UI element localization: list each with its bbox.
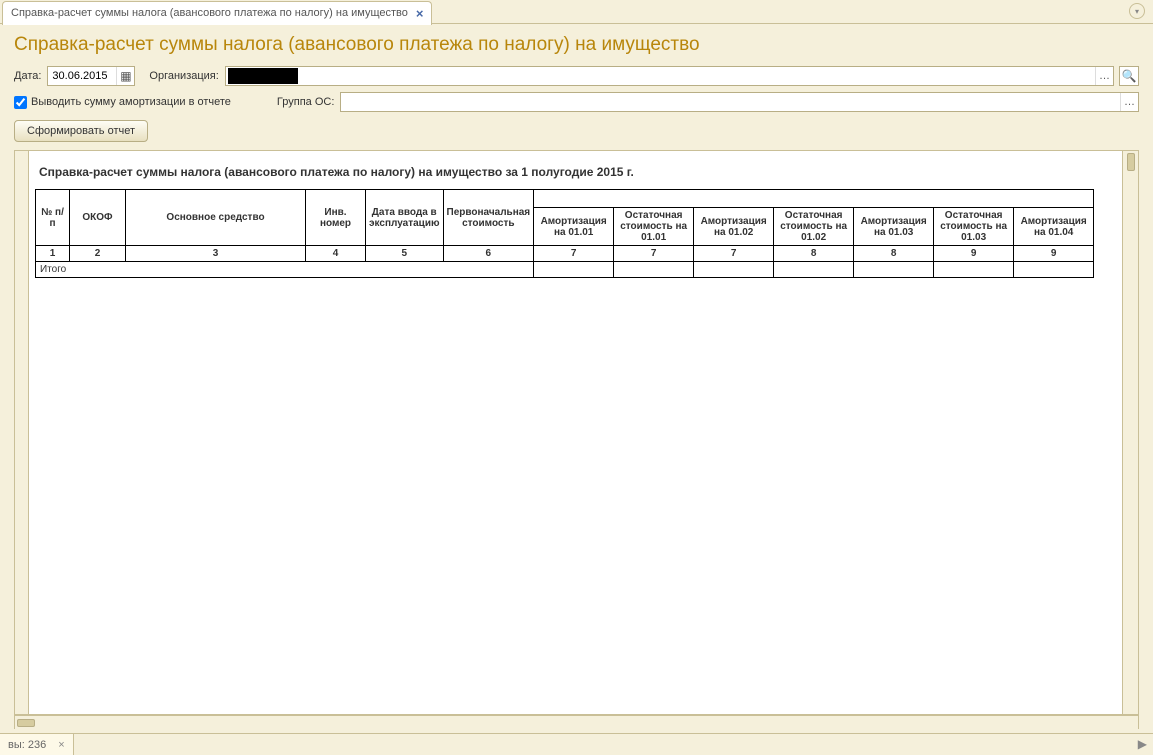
group-field[interactable]: … [340,92,1139,112]
tab-bar: Справка-расчет суммы налога (авансового … [0,0,1153,24]
total-c12 [934,262,1014,278]
amort-checkbox[interactable] [14,96,27,109]
date-input[interactable] [48,67,116,85]
col-initcost: Первоначальная стоимость [443,190,534,246]
col-amort-0101: Амортизация на 01.01 [534,208,614,246]
col-amort-0104: Амортизация на 01.04 [1014,208,1094,246]
status-bar: вы: 236 × ▶ [0,733,1153,755]
col-rest-0103: Остаточная стоимость на 01.03 [934,208,1014,246]
date-field[interactable]: ▦ [47,66,135,86]
table-header-row-1: № п/п ОКОФ Основное средство Инв. номер … [36,190,1094,208]
generate-report-button[interactable]: Сформировать отчет [14,120,148,142]
total-c11 [854,262,934,278]
org-field[interactable]: … [225,66,1114,86]
footer-rows: вы: 236 [8,739,46,751]
total-label: Итого [36,262,534,278]
footer-tab[interactable]: вы: 236 × [0,734,74,755]
tab-title: Справка-расчет суммы налога (авансового … [11,7,408,19]
amort-checkbox-wrap[interactable]: Выводить сумму амортизации в отчете [14,96,231,109]
cn-4: 4 [306,246,366,262]
cn-10: 8 [774,246,854,262]
org-input[interactable] [300,67,1095,85]
org-label: Организация: [149,70,218,82]
col-periods-group [534,190,1094,208]
cn-8: 7 [614,246,694,262]
table-total-row: Итого [36,262,1094,278]
group-label: Группа ОС: [277,96,334,108]
total-c7 [534,262,614,278]
amort-checkbox-label: Выводить сумму амортизации в отчете [31,96,231,108]
report-area: Справка-расчет суммы налога (авансового … [14,150,1139,715]
report-table: № п/п ОКОФ Основное средство Инв. номер … [35,189,1094,278]
report-gutter [15,151,29,714]
cn-12: 9 [934,246,1014,262]
col-okof: ОКОФ [70,190,126,246]
form-row-1: Дата: ▦ Организация: … 🔍 [14,66,1139,86]
cn-6: 6 [443,246,534,262]
form-row-2: Выводить сумму амортизации в отчете Груп… [14,92,1139,112]
cn-13: 9 [1014,246,1094,262]
col-amort-0102: Амортизация на 01.02 [694,208,774,246]
cn-9: 7 [694,246,774,262]
footer-close-icon[interactable]: × [58,739,64,751]
org-value-redacted [228,68,298,84]
cn-1: 1 [36,246,70,262]
col-startdate: Дата ввода в эксплуатацию [366,190,444,246]
group-select-icon[interactable]: … [1120,93,1138,111]
total-c13 [1014,262,1094,278]
col-rest-0101: Остаточная стоимость на 01.01 [614,208,694,246]
col-np: № п/п [36,190,70,246]
document-tab[interactable]: Справка-расчет суммы налога (авансового … [2,1,432,25]
cn-5: 5 [366,246,444,262]
col-inv: Инв. номер [306,190,366,246]
report-body[interactable]: Справка-расчет суммы налога (авансового … [29,151,1122,714]
hscroll-thumb[interactable] [17,719,35,727]
page-title: Справка-расчет суммы налога (авансового … [14,34,1139,56]
total-c10 [774,262,854,278]
cn-3: 3 [126,246,306,262]
col-amort-0103: Амортизация на 01.03 [854,208,934,246]
scroll-thumb[interactable] [1127,153,1135,171]
report-title: Справка-расчет суммы налога (авансового … [39,165,1116,179]
app-window: Справка-расчет суммы налога (авансового … [0,0,1153,755]
cn-7: 7 [534,246,614,262]
content-area: Справка-расчет суммы налога (авансового … [0,24,1153,733]
org-search-icon[interactable]: 🔍 [1119,66,1139,86]
vertical-scrollbar[interactable] [1122,151,1138,714]
cn-11: 8 [854,246,934,262]
org-select-icon[interactable]: … [1095,67,1113,85]
horizontal-scrollbar[interactable] [14,715,1139,729]
col-asset: Основное средство [126,190,306,246]
table-colnum-row: 1 2 3 4 5 6 7 7 7 8 8 9 9 [36,246,1094,262]
col-rest-0102: Остаточная стоимость на 01.02 [774,208,854,246]
tab-close-icon[interactable]: × [416,7,424,20]
total-c9 [694,262,774,278]
date-label: Дата: [14,70,41,82]
collapse-icon[interactable]: ▾ [1129,3,1145,19]
footer-right-arrow-icon[interactable]: ▶ [1138,737,1147,751]
cn-2: 2 [70,246,126,262]
calendar-icon[interactable]: ▦ [116,67,134,85]
total-c8 [614,262,694,278]
group-input[interactable] [341,93,1120,111]
